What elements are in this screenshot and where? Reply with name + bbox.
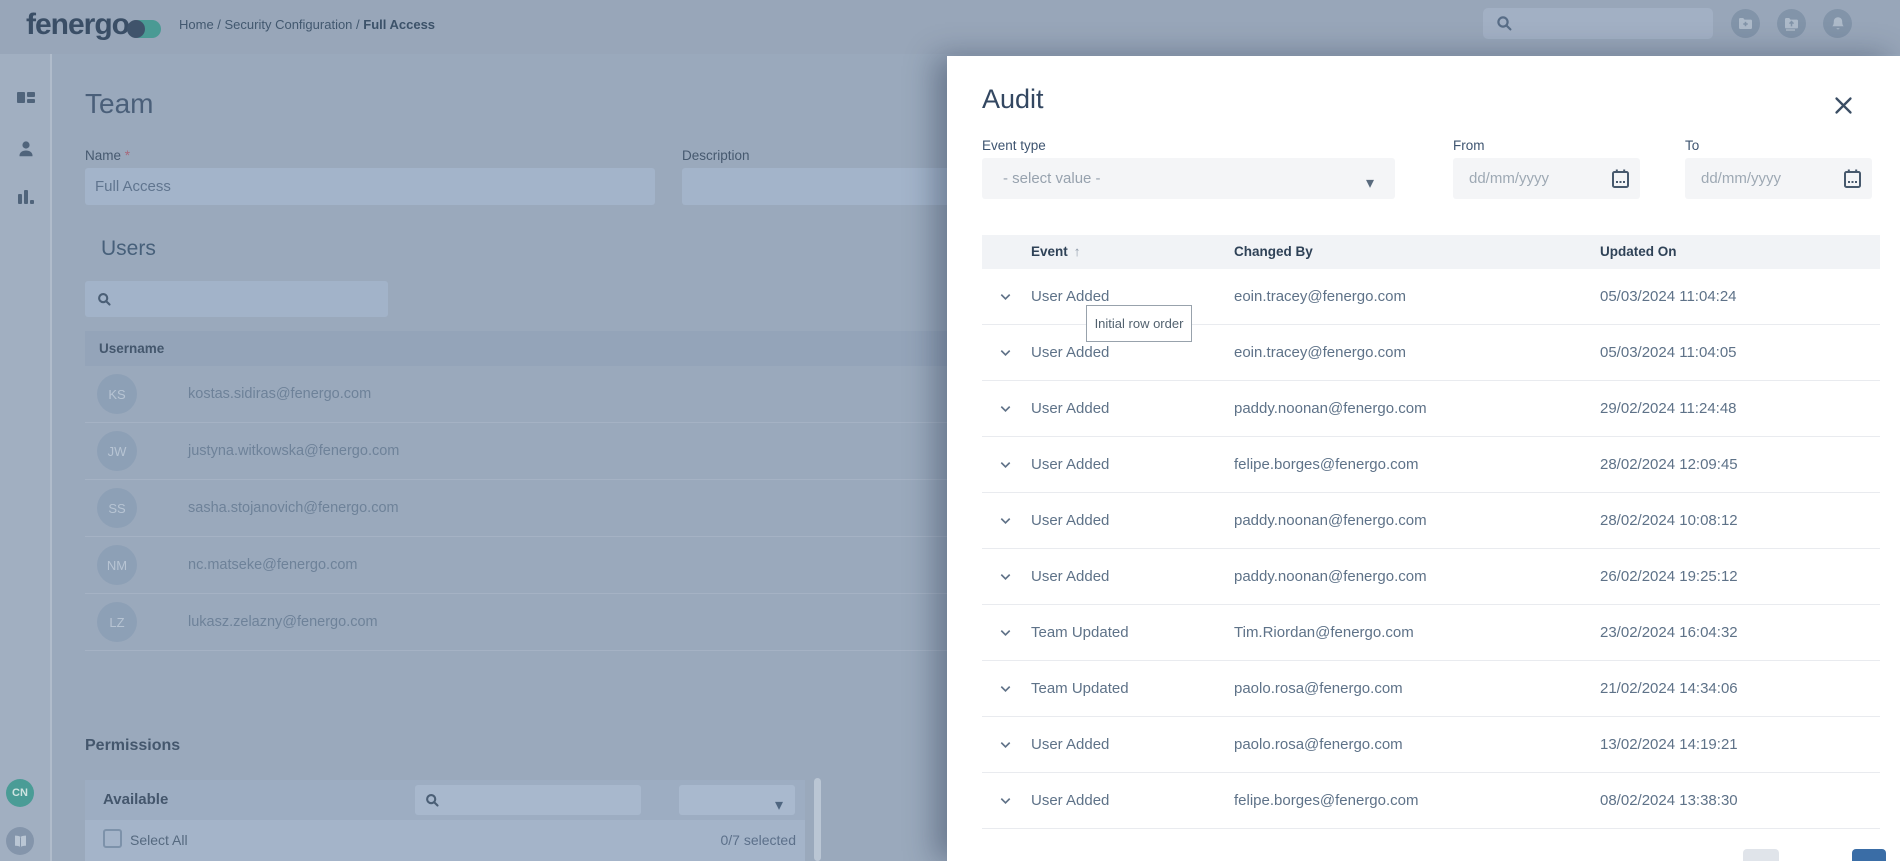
to-label: To [1685, 138, 1700, 153]
updated-on-cell: 21/02/2024 14:34:06 [1600, 680, 1738, 697]
event-cell: User Added [1031, 344, 1110, 361]
expand-row-icon[interactable] [998, 681, 1013, 696]
event-cell: Team Updated [1031, 680, 1129, 697]
expand-row-icon[interactable] [998, 793, 1013, 808]
expand-row-icon[interactable] [998, 289, 1013, 304]
event-type-select[interactable]: - select value - ▾ [982, 158, 1395, 199]
expand-row-icon[interactable] [998, 457, 1013, 472]
changed-by-cell: paddy.noonan@fenergo.com [1234, 512, 1427, 529]
event-cell: User Added [1031, 568, 1110, 585]
bell-icon [1831, 17, 1844, 30]
event-type-value: - select value - [1003, 170, 1101, 187]
event-cell: User Added [1031, 736, 1110, 753]
updated-on-cell: 26/02/2024 19:25:12 [1600, 568, 1738, 585]
audit-row: User Added paddy.noonan@fenergo.com 29/0… [982, 381, 1880, 437]
expand-row-icon[interactable] [998, 569, 1013, 584]
audit-row: User Added paolo.rosa@fenergo.com 13/02/… [982, 717, 1880, 773]
event-cell: Team Updated [1031, 624, 1129, 641]
updated-on-cell: 08/02/2024 13:38:30 [1600, 792, 1738, 809]
audit-row: User Added felipe.borges@fenergo.com 08/… [982, 773, 1880, 829]
updated-on-cell: 29/02/2024 11:24:48 [1600, 400, 1737, 417]
changed-by-cell: eoin.tracey@fenergo.com [1234, 344, 1406, 361]
event-cell: User Added [1031, 288, 1110, 305]
notifications-button[interactable] [1823, 9, 1852, 38]
changed-by-cell: eoin.tracey@fenergo.com [1234, 288, 1406, 305]
event-cell: User Added [1031, 792, 1110, 809]
updated-on-cell: 28/02/2024 12:09:45 [1600, 456, 1738, 473]
expand-row-icon[interactable] [998, 345, 1013, 360]
changed-by-cell: paolo.rosa@fenergo.com [1234, 736, 1403, 753]
changed-by-cell: paddy.noonan@fenergo.com [1234, 400, 1427, 417]
updated-on-cell: 05/03/2024 11:04:24 [1600, 288, 1737, 305]
event-cell: User Added [1031, 400, 1110, 417]
close-button[interactable] [1830, 92, 1856, 118]
close-icon [1834, 96, 1852, 114]
expand-row-icon[interactable] [998, 737, 1013, 752]
column-updated-on[interactable]: Updated On [1600, 244, 1677, 259]
changed-by-cell: felipe.borges@fenergo.com [1234, 456, 1419, 473]
updated-on-cell: 28/02/2024 10:08:12 [1600, 512, 1738, 529]
updated-on-cell: 23/02/2024 16:04:32 [1600, 624, 1738, 641]
folder-add-icon [1739, 18, 1752, 29]
to-date-field [1685, 158, 1872, 199]
chevron-down-icon: ▾ [1365, 175, 1374, 192]
changed-by-cell: felipe.borges@fenergo.com [1234, 792, 1419, 809]
changed-by-cell: paddy.noonan@fenergo.com [1234, 568, 1427, 585]
from-date-field [1453, 158, 1640, 199]
drawer-backdrop[interactable] [0, 0, 947, 861]
changed-by-cell: paolo.rosa@fenergo.com [1234, 680, 1403, 697]
drawer-title: Audit [982, 84, 1044, 114]
column-event[interactable]: Event ↑ [1031, 244, 1081, 259]
search-icon [1497, 16, 1512, 31]
audit-row: User Added felipe.borges@fenergo.com 28/… [982, 437, 1880, 493]
event-type-label: Event type [982, 138, 1046, 153]
audit-drawer: Audit Event type From To - select value … [947, 56, 1900, 861]
audit-row: Team Updated paolo.rosa@fenergo.com 21/0… [982, 661, 1880, 717]
global-search-input[interactable] [1483, 8, 1713, 39]
sort-tooltip: Initial row order [1086, 305, 1192, 342]
sort-ascending-icon[interactable]: ↑ [1074, 244, 1081, 259]
from-label: From [1453, 138, 1485, 153]
changed-by-cell: Tim.Riordan@fenergo.com [1234, 624, 1414, 641]
pagination-next-button[interactable] [1852, 849, 1886, 861]
audit-table-header: Event ↑ Changed By Updated On [982, 235, 1880, 269]
from-date-input[interactable] [1453, 170, 1583, 187]
app: fenergo Home / Security Configuration / … [0, 0, 1900, 861]
folder-upload-button[interactable] [1777, 9, 1806, 38]
expand-row-icon[interactable] [998, 625, 1013, 640]
updated-on-cell: 05/03/2024 11:04:05 [1600, 344, 1737, 361]
event-cell: User Added [1031, 456, 1110, 473]
calendar-icon[interactable] [1611, 168, 1630, 189]
folder-add-button[interactable] [1731, 9, 1760, 38]
audit-row: User Added paddy.noonan@fenergo.com 26/0… [982, 549, 1880, 605]
expand-row-icon[interactable] [998, 513, 1013, 528]
audit-row: Team Updated Tim.Riordan@fenergo.com 23/… [982, 605, 1880, 661]
column-changed-by[interactable]: Changed By [1234, 244, 1313, 259]
to-date-input[interactable] [1685, 170, 1815, 187]
expand-row-icon[interactable] [998, 401, 1013, 416]
pagination-prev-button[interactable] [1743, 849, 1779, 861]
calendar-icon[interactable] [1843, 168, 1862, 189]
folder-upload-icon [1785, 17, 1798, 31]
audit-row: User Added paddy.noonan@fenergo.com 28/0… [982, 493, 1880, 549]
event-cell: User Added [1031, 512, 1110, 529]
updated-on-cell: 13/02/2024 14:19:21 [1600, 736, 1738, 753]
